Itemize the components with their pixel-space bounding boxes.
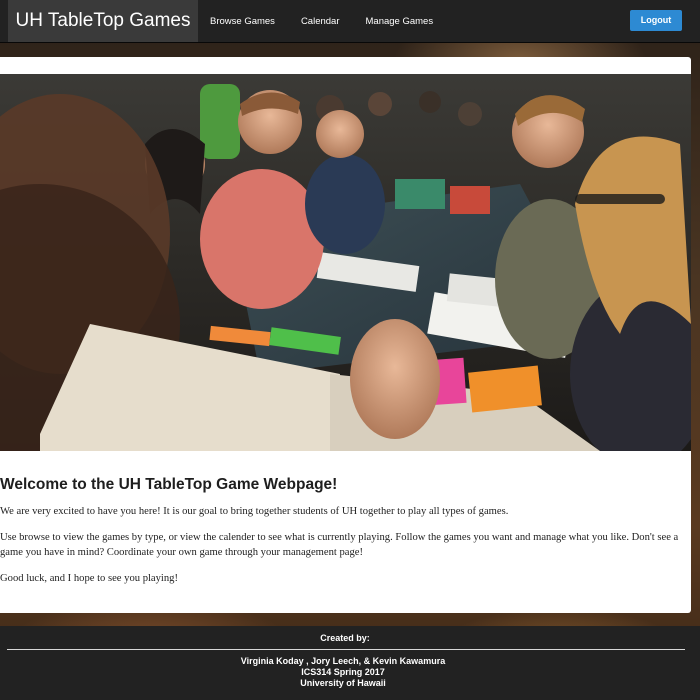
- instructions-paragraph: Use browse to view the games by type, or…: [0, 532, 679, 558]
- logout-button[interactable]: Logout: [630, 10, 682, 31]
- footer-divider: [7, 649, 685, 650]
- welcome-content: Welcome to the UH TableTop Game Webpage!…: [0, 476, 688, 597]
- intro-paragraph: We are very excited to have you here! It…: [0, 506, 509, 517]
- footer-course: ICS314 Spring 2017: [301, 667, 385, 677]
- nav-manage-games[interactable]: Manage Games: [366, 16, 434, 27]
- hero-image: [0, 74, 691, 451]
- site-brand[interactable]: UH TableTop Games: [8, 0, 198, 42]
- nav-links: Browse Games Calendar Manage Games: [210, 0, 459, 42]
- footer-university: University of Hawaii: [300, 678, 386, 688]
- page-footer: Created by: Virginia Koday , Jory Leech,…: [0, 626, 700, 700]
- welcome-heading: Welcome to the UH TableTop Game Webpage!: [0, 476, 338, 493]
- footer-credits: Virginia Koday , Jory Leech, & Kevin Kaw…: [0, 656, 686, 689]
- closing-paragraph: Good luck, and I hope to see you playing…: [0, 573, 178, 584]
- players-photo-icon: [0, 74, 691, 451]
- main-card: Welcome to the UH TableTop Game Webpage!…: [0, 57, 691, 613]
- nav-browse-games[interactable]: Browse Games: [210, 16, 275, 27]
- top-navbar: UH TableTop Games Browse Games Calendar …: [0, 0, 700, 43]
- footer-title: Created by:: [320, 633, 370, 643]
- footer-authors: Virginia Koday , Jory Leech, & Kevin Kaw…: [240, 656, 446, 666]
- nav-calendar[interactable]: Calendar: [301, 16, 340, 27]
